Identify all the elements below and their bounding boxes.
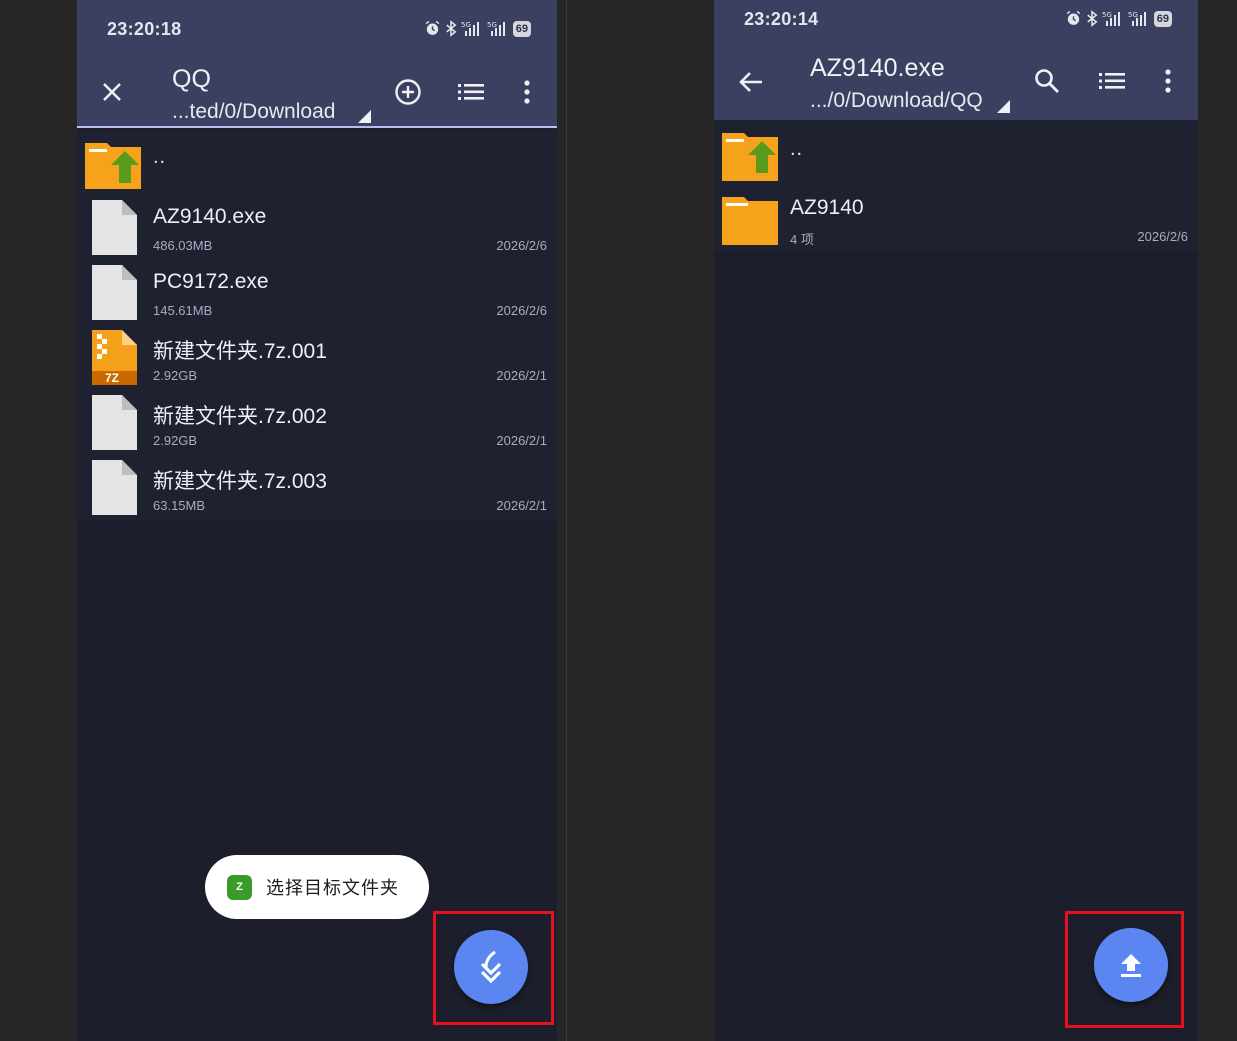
- path-breadcrumb[interactable]: .../0/Download/QQ: [810, 89, 983, 113]
- list-icon: [1099, 73, 1125, 89]
- file-date: 2026/2/1: [496, 368, 547, 383]
- screen-divider: [566, 0, 567, 1041]
- status-bar: 23:20:14 5G 5G 69: [714, 0, 1198, 38]
- file-name: 新建文件夹.7z.003: [153, 470, 327, 493]
- folder-date: 2026/2/6: [1137, 229, 1188, 244]
- toast-text: 选择目标文件夹: [266, 878, 399, 898]
- close-icon: [103, 83, 121, 101]
- list-item[interactable]: AZ9140.exe 486.03MB 2026/2/6: [77, 195, 557, 260]
- file-icon: [92, 200, 137, 255]
- file-name: 新建文件夹.7z.002: [153, 405, 327, 428]
- page-title: QQ: [172, 65, 211, 93]
- path-dropdown-icon[interactable]: [997, 100, 1010, 113]
- highlight-box-extract: [433, 911, 554, 1025]
- folder-name: AZ9140: [790, 196, 864, 219]
- folder-icon: [722, 197, 778, 245]
- file-size: 63.15MB: [153, 498, 206, 513]
- back-arrow-icon: [739, 72, 762, 92]
- status-time: 23:20:14: [744, 9, 819, 29]
- list-item-parent[interactable]: ..: [714, 122, 1198, 187]
- svg-text:5G: 5G: [487, 21, 497, 29]
- parent-label: ..: [153, 146, 167, 168]
- file-name: PC9172.exe: [153, 270, 269, 293]
- status-bar: 23:20:18 5G 5G 69: [77, 0, 557, 55]
- file-size: 145.61MB: [153, 303, 213, 318]
- file-date: 2026/2/6: [496, 303, 547, 318]
- page-title: AZ9140.exe: [810, 54, 945, 82]
- search-icon: [1035, 69, 1059, 93]
- toast-message: Z 选择目标文件夹: [205, 855, 429, 919]
- status-icons: 5G 5G 69: [424, 20, 531, 37]
- add-circle-icon: [395, 79, 421, 105]
- signal-5g-icon: 5G: [1128, 11, 1146, 26]
- file-date: 2026/2/1: [496, 433, 547, 448]
- highlight-box-upload: [1065, 911, 1184, 1028]
- bluetooth-icon: [1087, 10, 1098, 27]
- battery-indicator: 69: [512, 20, 531, 37]
- list-item[interactable]: 新建文件夹.7z.003 63.15MB 2026/2/1: [77, 455, 557, 520]
- file-size: 2.92GB: [153, 433, 198, 448]
- search-button[interactable]: [1027, 61, 1067, 101]
- list-item-parent[interactable]: ..: [77, 130, 557, 195]
- signal-5g-icon: 5G: [1102, 11, 1120, 26]
- battery-indicator: 69: [1153, 10, 1172, 27]
- right-phone-screen: 23:20:14 5G 5G 69 AZ9140.exe .../0/Downl…: [714, 0, 1198, 1041]
- list-view-button[interactable]: [1092, 61, 1132, 101]
- file-date: 2026/2/6: [496, 238, 547, 253]
- parent-folder-icon: [85, 143, 141, 189]
- file-size: 2.92GB: [153, 368, 198, 383]
- back-button[interactable]: [731, 62, 771, 102]
- folder-item-count: 4 项: [790, 232, 814, 247]
- app-bar: AZ9140.exe .../0/Download/QQ: [714, 38, 1198, 120]
- app-logo-icon: Z: [227, 874, 252, 900]
- app-bar: QQ ...ted/0/Download: [77, 55, 557, 128]
- more-vertical-icon: [524, 80, 530, 104]
- file-date: 2026/2/1: [496, 498, 547, 513]
- file-icon: [92, 395, 137, 450]
- signal-5g-icon: 5G: [487, 21, 505, 36]
- more-options-button[interactable]: [1148, 61, 1188, 101]
- status-time: 23:20:18: [107, 19, 182, 39]
- list-item[interactable]: PC9172.exe 145.61MB 2026/2/6: [77, 260, 557, 325]
- file-icon: [92, 460, 137, 515]
- list-item[interactable]: AZ9140 4 项 2026/2/6: [714, 186, 1198, 251]
- list-icon: [458, 84, 484, 100]
- file-icon: [92, 265, 137, 320]
- svg-text:5G: 5G: [461, 21, 471, 29]
- path-dropdown-icon[interactable]: [358, 110, 371, 123]
- list-item[interactable]: 新建文件夹.7z.002 2.92GB 2026/2/1: [77, 390, 557, 455]
- svg-text:5G: 5G: [1102, 11, 1112, 19]
- status-icons: 5G 5G 69: [1065, 10, 1172, 27]
- svg-text:5G: 5G: [1128, 11, 1138, 19]
- list-view-button[interactable]: [451, 72, 491, 112]
- parent-label: ..: [790, 138, 804, 160]
- bluetooth-icon: [446, 20, 457, 37]
- add-button[interactable]: [388, 72, 428, 112]
- left-phone-screen: 23:20:18 5G 5G 69 QQ ...ted/0/Download .…: [77, 0, 557, 1041]
- alarm-icon: [1066, 10, 1081, 25]
- archive-badge: 7Z: [105, 371, 120, 385]
- close-button[interactable]: [92, 72, 132, 112]
- file-name: AZ9140.exe: [153, 205, 267, 228]
- more-options-button[interactable]: [507, 72, 547, 112]
- path-breadcrumb[interactable]: ...ted/0/Download: [172, 100, 335, 124]
- alarm-icon: [425, 20, 440, 35]
- list-item[interactable]: 7Z 新建文件夹.7z.001 2.92GB 2026/2/1: [77, 325, 557, 390]
- more-vertical-icon: [1165, 69, 1171, 93]
- file-list: .. AZ9140.exe 486.03MB 2026/2/6 PC9172.e…: [77, 130, 557, 520]
- signal-5g-icon: 5G: [461, 21, 479, 36]
- archive-7z-icon: 7Z: [85, 328, 143, 386]
- parent-folder-icon: [722, 133, 778, 181]
- file-name: 新建文件夹.7z.001: [153, 340, 327, 363]
- file-size: 486.03MB: [153, 238, 213, 253]
- file-list: .. AZ9140 4 项 2026/2/6: [714, 120, 1198, 252]
